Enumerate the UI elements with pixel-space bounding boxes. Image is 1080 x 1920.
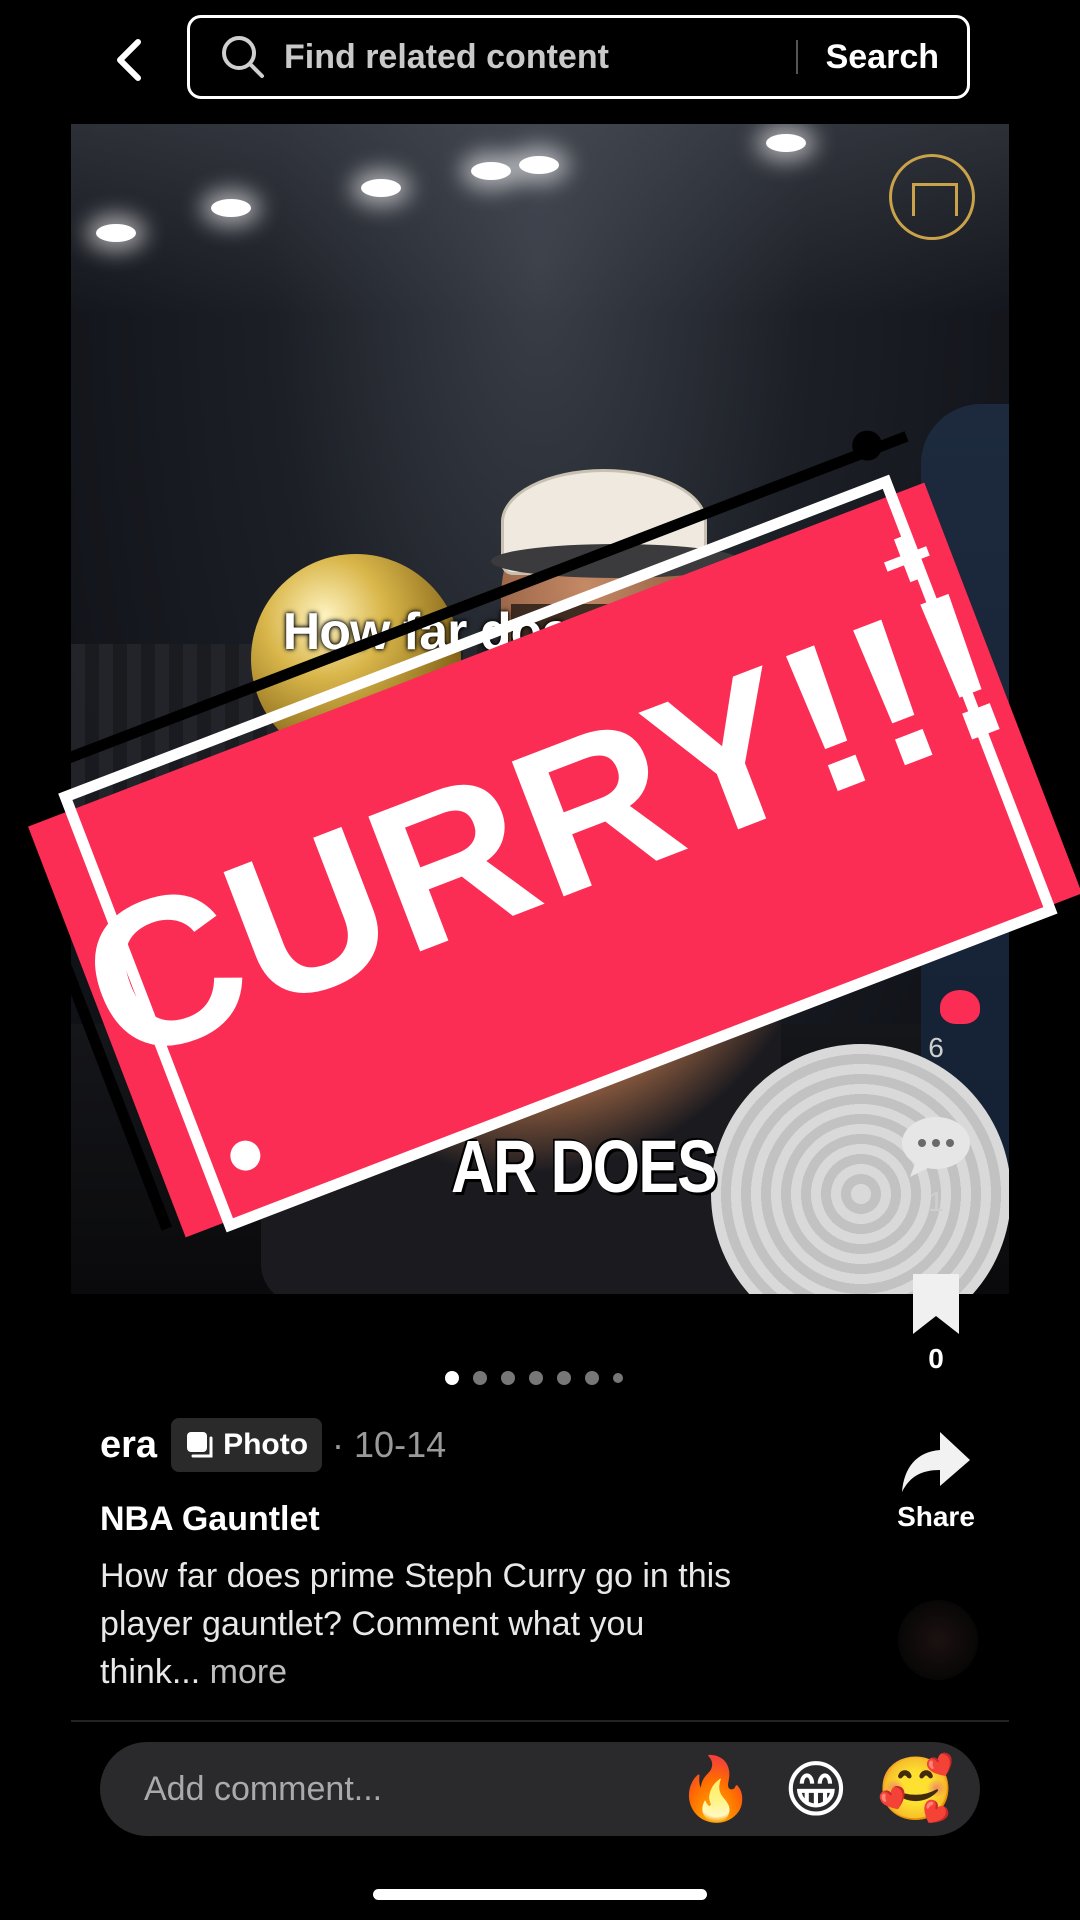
like-count-group: 6: [880, 1030, 992, 1064]
carousel-dot[interactable]: [501, 1371, 515, 1385]
search-bar[interactable]: Search: [187, 15, 970, 99]
share-arrow-icon: [902, 1432, 970, 1492]
post-description[interactable]: How far does prime Steph Curry go in thi…: [100, 1552, 740, 1696]
author-row: era Photo · 10-14: [100, 1418, 446, 1472]
carousel-dot[interactable]: [529, 1371, 543, 1385]
arena-light: [766, 134, 806, 152]
grin-emoji-button[interactable]: 😁: [766, 1753, 866, 1826]
arena-light: [519, 156, 559, 174]
comment-input[interactable]: [142, 1768, 666, 1810]
carousel-dot[interactable]: [585, 1371, 599, 1385]
photo-stack-icon: [187, 1432, 213, 1458]
comment-bubble-icon: [902, 1117, 970, 1177]
divider: [71, 1720, 1009, 1722]
search-button[interactable]: Search: [826, 38, 939, 77]
photo-badge-label: Photo: [223, 1428, 309, 1461]
carousel-indicator[interactable]: [445, 1371, 623, 1385]
carousel-dot[interactable]: [557, 1371, 571, 1385]
more-link[interactable]: more: [210, 1653, 287, 1691]
carousel-dot[interactable]: [445, 1371, 459, 1385]
music-disc-icon[interactable]: [898, 1600, 978, 1680]
post-date: · 10-14: [332, 1424, 447, 1465]
comment-count: 1: [928, 1186, 944, 1217]
photo-caption-bottom: AR DOES: [451, 1125, 718, 1208]
save-button[interactable]: 0: [880, 1272, 992, 1375]
arena-light: [211, 199, 251, 217]
comment-bar[interactable]: 🔥 😁 🥰: [100, 1742, 980, 1836]
author-name[interactable]: era: [100, 1424, 157, 1467]
arena-light: [96, 224, 136, 242]
search-input[interactable]: [282, 36, 796, 78]
arena-light: [471, 162, 511, 180]
save-count: 0: [928, 1343, 944, 1374]
back-arrow-icon[interactable]: [100, 30, 160, 90]
comment-button[interactable]: 1: [880, 1115, 992, 1218]
search-icon: [222, 36, 264, 78]
team-logo-icon: [889, 154, 975, 240]
love-emoji-button[interactable]: 🥰: [866, 1753, 966, 1826]
home-indicator[interactable]: [373, 1889, 707, 1900]
description-text: How far does prime Steph Curry go in thi…: [100, 1557, 732, 1691]
share-label: Share: [897, 1501, 975, 1532]
search-divider: [795, 40, 798, 74]
bookmark-icon: [913, 1274, 959, 1334]
arena-light: [361, 179, 401, 197]
fire-emoji-button[interactable]: 🔥: [666, 1753, 766, 1826]
carousel-dot[interactable]: [613, 1373, 623, 1383]
share-button[interactable]: Share: [880, 1428, 992, 1533]
carousel-dot[interactable]: [473, 1371, 487, 1385]
photo-badge: Photo: [171, 1418, 323, 1472]
post-title: NBA Gauntlet: [100, 1500, 320, 1538]
heart-icon[interactable]: [940, 990, 980, 1024]
like-count: 6: [928, 1032, 944, 1063]
